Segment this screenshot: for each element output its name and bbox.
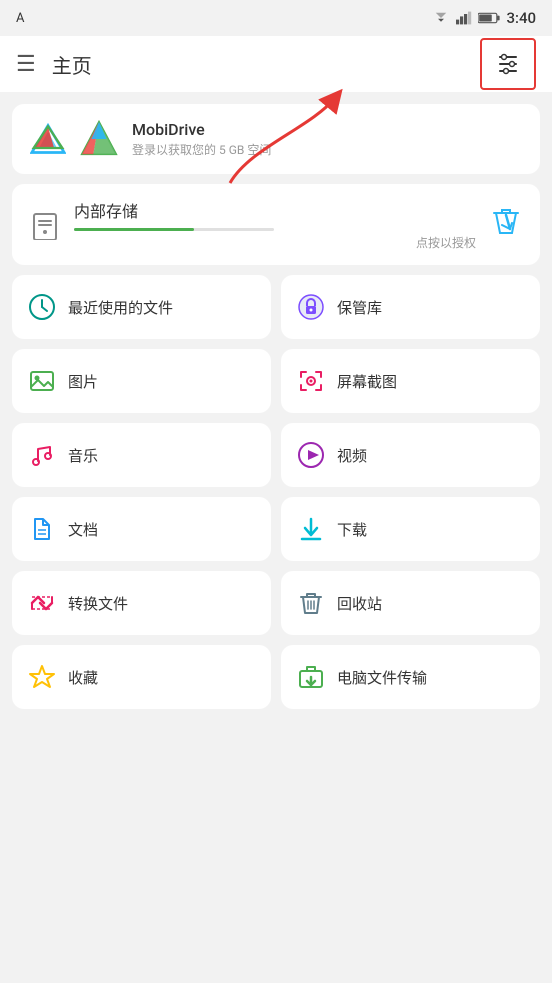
trash-card[interactable]: 回收站 [281, 571, 540, 635]
signal-icon [456, 11, 472, 25]
recent-files-label: 最近使用的文件 [68, 297, 173, 318]
transfer-label: 电脑文件传输 [337, 667, 427, 688]
star-icon [28, 663, 56, 691]
docs-card[interactable]: 文档 [12, 497, 271, 561]
filter-icon [496, 53, 520, 75]
transfer-icon [297, 663, 325, 691]
wifi-icon [432, 11, 450, 25]
transfer-card[interactable]: 电脑文件传输 [281, 645, 540, 709]
mobidrive-logo [30, 121, 66, 157]
grid-row-5: 转换文件 回收站 [12, 571, 540, 635]
storage-bar-fill [74, 228, 194, 231]
mobidrive-card[interactable]: MobiDrive 登录以获取您的 5 GB 空间 [12, 104, 540, 174]
filter-button[interactable] [480, 38, 536, 90]
download-card[interactable]: 下载 [281, 497, 540, 561]
favorites-card[interactable]: 收藏 [12, 645, 271, 709]
vault-card[interactable]: 保管库 [281, 275, 540, 339]
video-label: 视频 [337, 445, 367, 466]
images-label: 图片 [68, 371, 98, 392]
status-bar: A 3:40 [0, 0, 552, 36]
recent-files-card[interactable]: 最近使用的文件 [12, 275, 271, 339]
favorites-label: 收藏 [68, 667, 98, 688]
mobidrive-name: MobiDrive [132, 120, 522, 139]
mobidrive-subtitle: 登录以获取您的 5 GB 空间 [132, 141, 522, 158]
vault-label: 保管库 [337, 297, 382, 318]
images-card[interactable]: 图片 [12, 349, 271, 413]
storage-card[interactable]: 内部存储 点按以授权 [12, 184, 540, 265]
video-icon [297, 441, 325, 469]
music-icon [28, 441, 56, 469]
storage-icon [30, 210, 60, 240]
convert-label: 转换文件 [68, 593, 128, 614]
clean-button[interactable] [490, 205, 522, 244]
download-icon [297, 515, 325, 543]
trash-label: 回收站 [337, 593, 382, 614]
lock-icon [297, 293, 325, 321]
screenshot-card[interactable]: 屏幕截图 [281, 349, 540, 413]
status-time: 3:40 [506, 9, 536, 27]
battery-icon [478, 11, 500, 25]
storage-subtitle: 点按以授权 [74, 234, 476, 251]
grid-row-6: 收藏 电脑文件传输 [12, 645, 540, 709]
grid-row-2: 图片 屏幕截图 [12, 349, 540, 413]
document-icon [28, 515, 56, 543]
content-area: MobiDrive 登录以获取您的 5 GB 空间 内部存储 点按以授权 [0, 92, 552, 721]
grid-row-4: 文档 下载 [12, 497, 540, 561]
music-label: 音乐 [68, 445, 98, 466]
storage-name: 内部存储 [74, 198, 476, 222]
mobidrive-logo-div [80, 120, 118, 158]
clock-icon [28, 293, 56, 321]
grid-row-3: 音乐 视频 [12, 423, 540, 487]
download-label: 下载 [337, 519, 367, 540]
status-right-icons: 3:40 [432, 9, 536, 27]
docs-label: 文档 [68, 519, 98, 540]
screenshot-icon [297, 367, 325, 395]
image-icon [28, 367, 56, 395]
storage-info: 内部存储 点按以授权 [74, 198, 476, 251]
storage-bar [74, 228, 274, 231]
video-card[interactable]: 视频 [281, 423, 540, 487]
grid-row-1: 最近使用的文件 保管库 [12, 275, 540, 339]
screenshot-label: 屏幕截图 [337, 371, 397, 392]
convert-card[interactable]: 转换文件 [12, 571, 271, 635]
toolbar: ☰ 主页 [0, 36, 552, 92]
trash-icon [297, 589, 325, 617]
status-left-icon: A [16, 11, 24, 26]
menu-icon[interactable]: ☰ [16, 52, 36, 77]
music-card[interactable]: 音乐 [12, 423, 271, 487]
mobidrive-info: MobiDrive 登录以获取您的 5 GB 空间 [132, 120, 522, 158]
page-title: 主页 [52, 50, 464, 79]
convert-icon [28, 589, 56, 617]
